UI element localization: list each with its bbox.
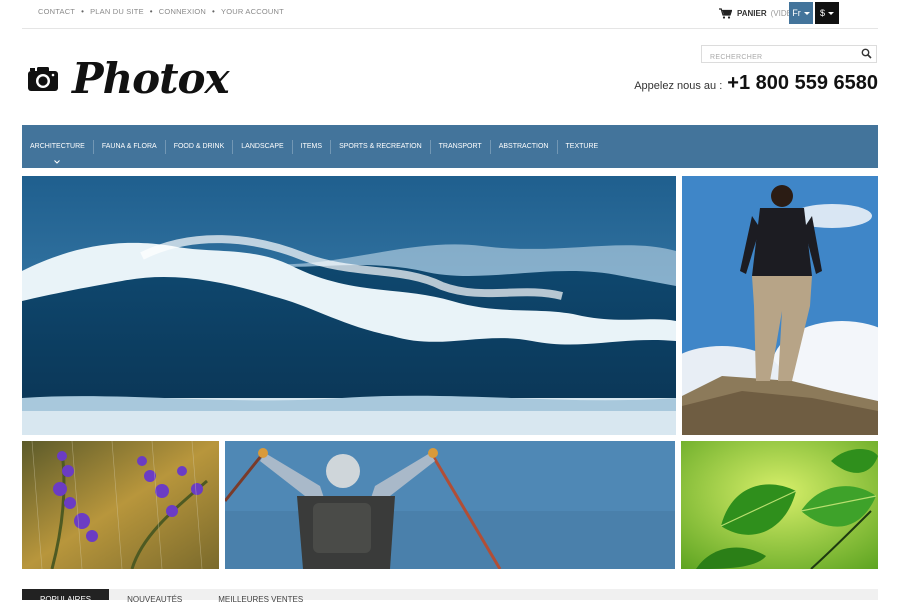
- banner-ocean-wave[interactable]: [22, 176, 676, 435]
- tab-popular[interactable]: POPULAIRES: [22, 589, 110, 604]
- banner-green-leaves[interactable]: [681, 441, 878, 569]
- top-links: CONTACT • PLAN DU SITE • CONNEXION • YOU…: [38, 7, 284, 16]
- banner-hiker-with-poles[interactable]: [225, 441, 675, 569]
- login-link[interactable]: CONNEXION: [159, 7, 206, 16]
- language-value: Fr: [792, 8, 801, 18]
- chevron-down-icon: [803, 11, 810, 15]
- banner-purple-flowers[interactable]: [22, 441, 219, 569]
- separator-dot: •: [81, 7, 85, 16]
- nav-item-food-drink[interactable]: FOOD & DRINK: [166, 139, 234, 154]
- chevron-down-icon: [54, 159, 61, 164]
- brand-name: Photox: [72, 54, 230, 103]
- nav-item-texture[interactable]: TEXTURE: [558, 140, 607, 154]
- cart-icon: [719, 8, 732, 19]
- nav-item-fauna-flora[interactable]: FAUNA & FLORA: [94, 139, 166, 154]
- nav-item-landscape[interactable]: LANDSCAPE: [233, 139, 293, 154]
- nav-label: ARCHITECTURE: [30, 143, 85, 150]
- nav-item-transport[interactable]: TRANSPORT: [431, 139, 491, 154]
- hiker-photo: [225, 441, 675, 569]
- search-box: [701, 45, 877, 66]
- nav-label: SPORTS & RECREATION: [339, 143, 422, 150]
- flowers-photo: [22, 441, 219, 569]
- nav-label: ABSTRACTION: [498, 143, 549, 150]
- leaves-photo: [681, 441, 878, 569]
- top-bar: CONTACT • PLAN DU SITE • CONNEXION • YOU…: [22, 0, 878, 29]
- nav-label: LANDSCAPE: [241, 143, 284, 150]
- phone-label: Appelez nous au :: [634, 80, 723, 92]
- cart-button[interactable]: PANIER (VIDE): [719, 8, 795, 19]
- banner-hiker-on-rock[interactable]: [682, 176, 878, 435]
- man-on-rock-photo: [682, 176, 878, 435]
- main-nav: ARCHITECTURE FAUNA & FLORA FOOD & DRINK …: [22, 125, 878, 168]
- nav-item-architecture[interactable]: ARCHITECTURE: [22, 139, 94, 164]
- nav-label: FOOD & DRINK: [173, 143, 225, 150]
- account-link[interactable]: YOUR ACCOUNT: [221, 7, 284, 16]
- nav-item-abstraction[interactable]: ABSTRACTION: [491, 139, 558, 154]
- chevron-down-icon: [828, 11, 834, 15]
- product-tabs: POPULAIRES NOUVEAUTÉS MEILLEURES VENTES: [22, 589, 878, 604]
- nav-label: FAUNA & FLORA: [101, 143, 157, 150]
- phone-contact: Appelez nous au : +1 800 559 6580: [634, 72, 878, 95]
- nav-item-sports-recreation[interactable]: SPORTS & RECREATION: [331, 139, 431, 154]
- separator-dot: •: [149, 7, 153, 16]
- currency-value: $: [819, 8, 825, 18]
- separator-dot: •: [212, 7, 216, 16]
- sitemap-link[interactable]: PLAN DU SITE: [90, 7, 144, 16]
- language-selector[interactable]: Fr: [789, 2, 813, 24]
- contact-link[interactable]: CONTACT: [38, 7, 75, 16]
- tab-new[interactable]: NOUVEAUTÉS: [109, 589, 200, 604]
- phone-number: +1 800 559 6580: [727, 72, 878, 94]
- tab-best-sellers[interactable]: MEILLEURES VENTES: [200, 589, 321, 604]
- search-icon[interactable]: [861, 48, 872, 59]
- cart-label: PANIER: [737, 9, 767, 18]
- wave-photo: [22, 176, 676, 435]
- search-input[interactable]: [702, 49, 860, 66]
- currency-selector[interactable]: $: [815, 2, 839, 24]
- nav-label: TEXTURE: [565, 143, 599, 150]
- nav-label: ITEMS: [300, 143, 323, 150]
- camera-icon: [28, 67, 58, 91]
- nav-label: TRANSPORT: [438, 143, 482, 150]
- site-logo[interactable]: Photox: [26, 54, 230, 103]
- nav-item-items[interactable]: ITEMS: [293, 139, 332, 154]
